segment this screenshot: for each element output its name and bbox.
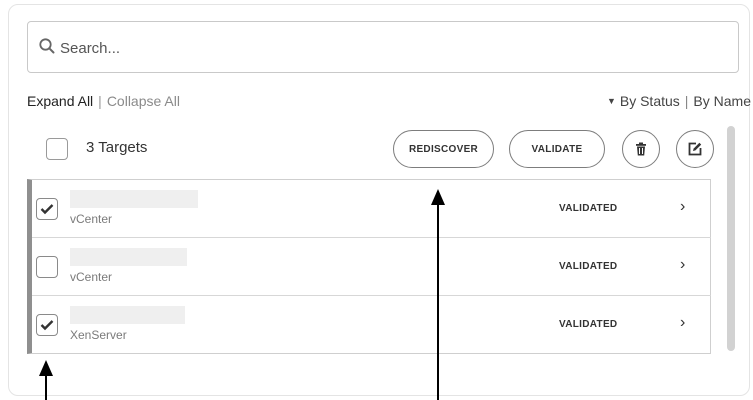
target-type: vCenter [70,270,113,284]
scrollbar[interactable] [727,126,735,351]
checkmark-icon [40,320,54,331]
target-row[interactable]: XenServer VALIDATED › [32,296,711,354]
sort-controls: ▼ By Status | By Name [607,93,751,109]
sort-by-status-label: By Status [619,93,680,109]
target-status: VALIDATED [559,319,618,330]
target-row[interactable]: vCenter VALIDATED › [32,238,711,296]
expand-separator: | [98,93,102,109]
chevron-right-icon[interactable]: › [680,198,685,216]
expand-all-link[interactable]: Expand All [27,93,93,109]
redacted-name [70,248,187,266]
expand-collapse-controls: Expand All | Collapse All [27,93,180,109]
chevron-right-icon[interactable]: › [680,256,685,274]
targets-list: vCenter VALIDATED › vCenter VALIDATED › … [27,179,711,354]
target-type: vCenter [70,212,113,226]
redacted-name [70,190,198,208]
targets-count: 3 Targets [86,139,148,156]
trash-icon [636,142,646,156]
validate-button[interactable]: VALIDATE [509,130,605,168]
edit-icon [688,142,702,156]
edit-button[interactable] [676,130,714,168]
annotation-arrow-icon [39,360,53,400]
row-checkbox[interactable] [36,256,58,278]
search-input[interactable] [58,34,722,62]
caret-down-icon: ▼ [606,96,616,106]
checkmark-icon [40,204,54,215]
row-checkbox-checked[interactable] [36,314,58,336]
delete-button[interactable] [622,130,660,168]
target-status: VALIDATED [559,203,618,214]
rediscover-button[interactable]: REDISCOVER [393,130,494,168]
target-type: XenServer [70,328,127,342]
sort-separator: | [684,93,689,109]
redacted-name [70,306,185,324]
sort-by-name[interactable]: By Name [693,93,751,109]
annotation-arrow-icon [431,189,445,400]
row-checkbox-checked[interactable] [36,198,58,220]
select-all-checkbox[interactable] [46,138,68,160]
search-box[interactable] [27,21,739,73]
collapse-all-link[interactable]: Collapse All [107,93,180,109]
sort-by-status[interactable]: ▼ By Status [607,93,680,109]
target-row[interactable]: vCenter VALIDATED › [32,180,711,238]
chevron-right-icon[interactable]: › [680,314,685,332]
target-status: VALIDATED [559,261,618,272]
search-icon [39,38,55,54]
